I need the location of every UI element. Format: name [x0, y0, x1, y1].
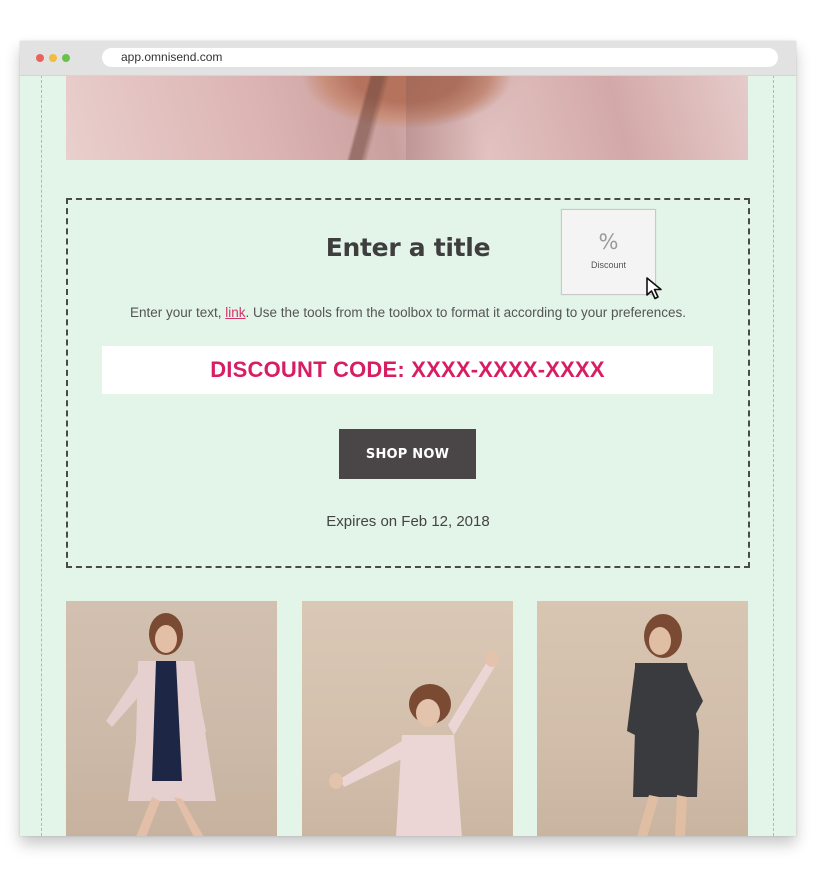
- discount-code-text: DISCOUNT CODE: XXXX-XXXX-XXXX: [210, 357, 605, 382]
- hero-image[interactable]: [66, 76, 748, 160]
- block-body-text[interactable]: Enter your text, link. Use the tools fro…: [68, 305, 748, 320]
- maximize-window-dot[interactable]: [62, 54, 70, 62]
- browser-window: app.omnisend.com Enter a title Enter you…: [20, 41, 796, 836]
- product-photo-pink-coat[interactable]: [66, 601, 277, 836]
- body-text-start: Enter your text,: [129, 305, 226, 320]
- percent-icon: %: [598, 230, 619, 254]
- address-bar[interactable]: app.omnisend.com: [102, 48, 778, 67]
- right-guide-line: [773, 75, 774, 836]
- body-link[interactable]: link: [225, 305, 245, 320]
- expiry-text[interactable]: Expires on Feb 12, 2018: [68, 513, 748, 530]
- browser-titlebar: app.omnisend.com: [20, 41, 796, 76]
- discount-content-block[interactable]: Enter a title Enter your text, link. Use…: [66, 198, 750, 568]
- url-text: app.omnisend.com: [121, 50, 223, 64]
- close-window-dot[interactable]: [36, 54, 44, 62]
- mouse-pointer-icon: [646, 277, 662, 300]
- discount-tool-tile[interactable]: % Discount: [561, 209, 656, 295]
- hero-image-shade: [406, 76, 566, 160]
- discount-code-box[interactable]: DISCOUNT CODE: XXXX-XXXX-XXXX: [102, 346, 713, 394]
- body-text-end: . Use the tools from the toolbox to form…: [245, 305, 687, 320]
- left-guide-line: [41, 75, 42, 836]
- product-photo-pink-dress[interactable]: [302, 601, 513, 836]
- product-photo-black-dress[interactable]: [537, 601, 748, 836]
- discount-tile-label: Discount: [590, 260, 626, 270]
- minimize-window-dot[interactable]: [49, 54, 57, 62]
- shop-now-button[interactable]: SHOP NOW: [339, 429, 476, 479]
